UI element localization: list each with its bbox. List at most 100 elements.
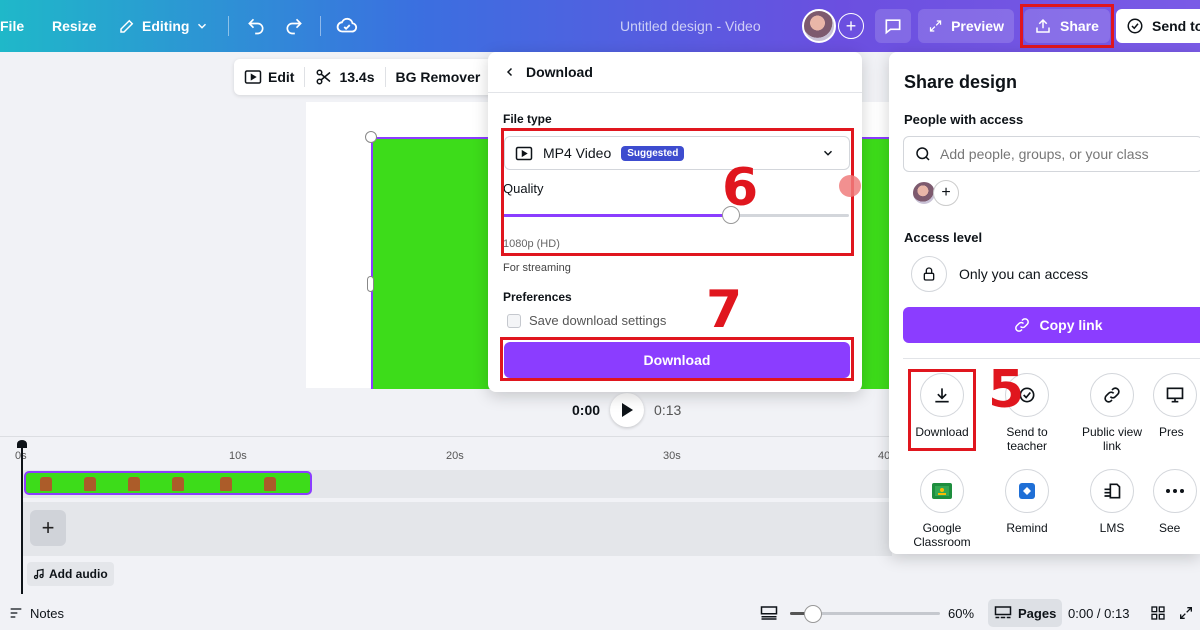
undo-button[interactable] [246,0,266,52]
resize-label: Resize [52,18,97,34]
clip-thumbnail [40,477,52,491]
file-menu-label: File [0,18,25,34]
share-option-present[interactable]: Pres [1153,373,1200,439]
panel-divider [903,358,1200,359]
add-page-button[interactable]: + [30,510,66,546]
link-icon [1090,373,1134,417]
copy-link-label: Copy link [1039,317,1103,333]
link-icon [1015,318,1030,332]
save-settings-checkbox[interactable] [507,313,521,328]
download-back-button[interactable]: Download [504,64,593,80]
playhead[interactable] [21,444,23,594]
access-level-value: Only you can access [959,266,1089,282]
ruler-label: 30s [663,450,681,462]
share-option-label: Remind [1006,521,1048,535]
notes-icon [10,608,22,618]
check-circle-icon [1127,18,1143,34]
comment-icon [885,19,901,35]
share-highlight-box [1020,4,1114,48]
send-to-label: Send to [1152,18,1200,34]
more-icon [1153,469,1197,513]
preview-label: Preview [951,18,1004,34]
share-option-label: LMS [1099,521,1125,535]
play-icon [622,403,634,417]
ruler-label: 10s [229,450,247,462]
send-to-button[interactable]: Send to [1116,9,1200,43]
zoom-slider-knob[interactable] [803,605,822,623]
access-level-select[interactable]: Only you can access [911,256,1088,292]
share-option-google-classroom[interactable]: Google Classroom [903,469,981,549]
collaborators[interactable]: + [802,0,864,52]
download-option-highlight-box [908,369,976,451]
share-option-remind[interactable]: Remind [988,469,1066,535]
share-option-public-view[interactable]: Public view link [1073,373,1151,453]
remind-icon [1005,469,1049,513]
lms-icon [1090,469,1134,513]
playback-controls: 0:00 0:13 [572,392,681,428]
plus-icon: + [41,515,55,540]
time-readout: 0:00 / 0:13 [1068,596,1129,630]
file-type-label: File type [503,112,552,126]
share-option-lms[interactable]: LMS [1073,469,1151,535]
save-settings-checkbox-row[interactable]: Save download settings [507,313,666,328]
empty-track [22,502,892,556]
grid-view-button[interactable] [1150,596,1166,630]
design-title[interactable]: Untitled design - Video [620,0,761,52]
clip-thumbnail [84,477,96,491]
download-panel-title: Download [526,64,593,80]
lock-icon [911,256,947,292]
add-collaborator-icon[interactable]: + [838,13,864,39]
share-option-label: Send to teacher [1006,425,1048,453]
collaborator-cursor [839,175,861,197]
people-list: + [911,180,959,206]
comments-button[interactable] [875,9,911,43]
video-clip[interactable] [24,471,312,495]
duration-label: 13.4s [339,69,375,85]
music-note-icon [33,568,44,580]
avatar[interactable] [802,9,836,43]
save-status-button[interactable] [336,0,358,52]
grid-icon [1151,606,1165,620]
pages-icon [994,606,1012,619]
share-option-see-all[interactable]: See [1153,469,1200,535]
bottom-bar: Notes 60% Pages 0:00 / 0:13 [0,596,1200,630]
resize-button[interactable]: Resize [52,0,96,52]
pages-label: Pages [1018,605,1057,621]
preferences-label: Preferences [503,290,572,304]
save-settings-label: Save download settings [529,313,667,328]
streaming-label: For streaming [503,262,571,274]
add-person-icon[interactable]: + [933,180,959,206]
preview-button[interactable]: Preview [918,9,1014,43]
notes-button[interactable]: Notes [8,596,64,630]
add-audio-button[interactable]: Add audio [27,562,114,586]
pages-button[interactable]: Pages [988,599,1063,627]
timeline-view-button[interactable] [760,596,778,630]
people-access-label: People with access [904,112,1024,127]
redo-button[interactable] [284,0,304,52]
chevron-left-icon [506,67,513,77]
bg-remover-button[interactable]: BG Remover [386,59,491,95]
resize-handle[interactable] [365,131,377,143]
copy-link-button[interactable]: Copy link [903,307,1200,343]
share-panel-title: Share design [904,72,1018,92]
top-bar: File Resize Editing Untitled design - Vi… [0,0,1200,52]
play-button[interactable] [610,393,645,427]
cloud-check-icon [336,17,358,33]
people-search-input[interactable]: Add people, groups, or your class [903,136,1200,172]
resize-handle-side[interactable] [367,276,374,292]
editing-mode-button[interactable]: Editing [118,0,209,52]
zoom-level[interactable]: 60% [948,596,974,630]
trim-button[interactable]: 13.4s [305,59,384,95]
search-placeholder: Add people, groups, or your class [940,146,1149,162]
toolbar-divider [228,16,229,36]
file-menu[interactable]: File [0,0,24,52]
design-title-text: Untitled design - Video [620,18,761,34]
zoom-slider[interactable] [790,605,940,623]
fullscreen-button[interactable] [1178,596,1194,630]
time-readout-text: 0:00 / 0:13 [1068,605,1130,621]
edit-video-button[interactable]: Edit [234,59,304,95]
share-option-label: Public view link [1081,425,1143,453]
clip-thumbnail [172,477,184,491]
quality-highlight-box [501,128,854,256]
expand-icon [929,20,942,32]
